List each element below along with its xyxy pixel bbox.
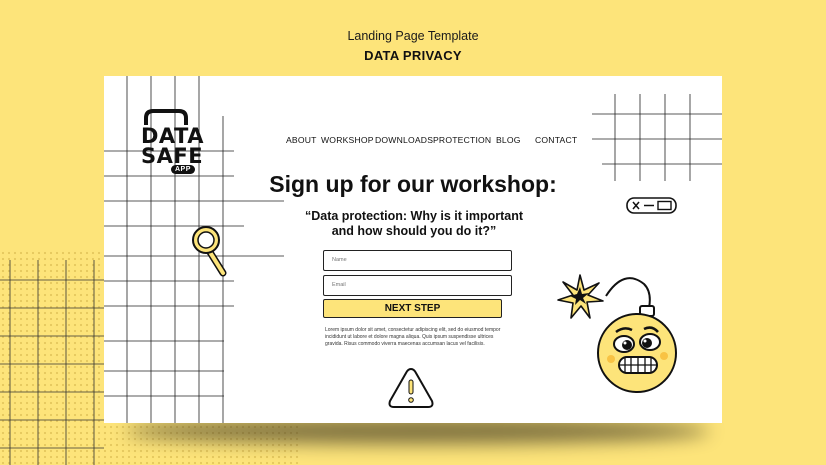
password-field-icon [626,197,677,214]
hero-subheadline: “Data protection: Why is it important an… [304,209,524,238]
name-input[interactable] [323,250,512,271]
landing-page-card: DATA SAFE APP ABOUT WORKSHOP DOWNLOADS P… [104,76,722,423]
nav-blog[interactable]: BLOG [496,135,521,145]
warning-icon [388,367,434,408]
next-step-button[interactable]: NEXT STEP [323,299,502,318]
template-subtitle: Landing Page Template [347,29,479,43]
lock-shackle-icon [144,109,188,125]
nav-downloads[interactable]: DOWNLOADS [375,135,433,145]
nav-about[interactable]: ABOUT [286,135,317,145]
nav-workshop[interactable]: WORKSHOP [321,135,374,145]
form-disclaimer: Lorem ipsum dolor sit amet, consectetur … [325,327,501,347]
logo-line-1: DATA [141,124,205,148]
logo-line-2: SAFE [141,144,204,168]
template-title: DATA PRIVACY [364,48,462,63]
bomb-illustration [597,277,677,393]
nav-contact[interactable]: CONTACT [535,135,577,145]
nav-protection[interactable]: PROTECTION [433,135,491,145]
hero-headline: Sign up for our workshop: [269,171,557,197]
magnifier-icon [192,226,227,277]
card-grid-right [592,94,722,181]
email-input[interactable] [323,275,512,296]
